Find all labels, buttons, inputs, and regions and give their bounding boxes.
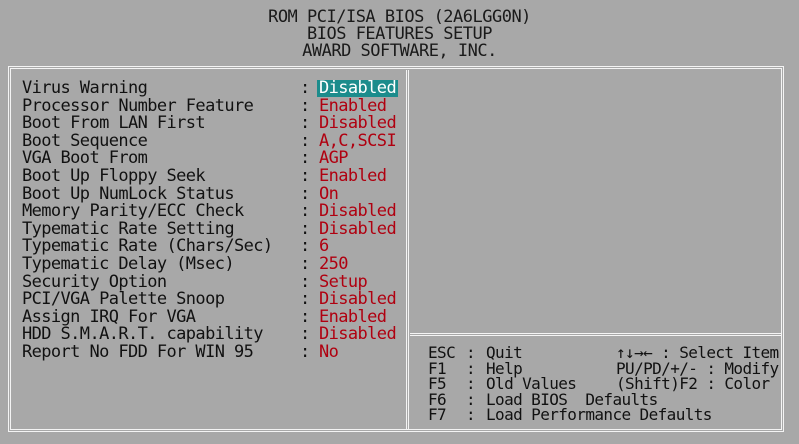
setting-label: VGA Boot From (22, 148, 148, 169)
separator-colon: : (300, 165, 311, 186)
setting-value[interactable]: Disabled (317, 291, 398, 308)
setting-label: Virus Warning (22, 78, 148, 98)
setting-value[interactable]: No (317, 343, 340, 361)
separator-colon: : (300, 95, 311, 116)
setting-value-selected[interactable]: Disabled (317, 80, 399, 97)
setting-value[interactable]: 250 (317, 255, 350, 273)
setting-value[interactable]: A,C,SCSI (317, 132, 398, 150)
setting-row-report-no-fdd[interactable]: Report No FDD For WIN 95 : No (22, 341, 407, 362)
separator-colon: : (300, 324, 311, 345)
setting-label: HDD S.M.A.R.T. capability (22, 324, 263, 345)
separator-colon: : (300, 78, 311, 98)
setting-label: Typematic Delay (Msec) (22, 253, 235, 274)
separator-colon: : (300, 218, 311, 239)
key-action: Load Performance Defaults (486, 405, 712, 425)
setting-label: Typematic Rate Setting (22, 218, 235, 239)
separator-colon: : (300, 183, 311, 204)
setting-row-boot-up-floppy-seek[interactable]: Boot Up Floppy Seek : Enabled (22, 165, 407, 186)
setting-value[interactable]: On (317, 185, 340, 203)
settings-list: Virus Warning : Disabled Processor Numbe… (22, 80, 407, 362)
key-name: F7 (428, 405, 447, 425)
bios-header: ROM PCI/ISA BIOS (2A6LGG0N) BIOS FEATURE… (6, 3, 793, 61)
setting-value[interactable]: AGP (317, 150, 350, 167)
setting-value[interactable]: 6 (317, 238, 331, 255)
setting-label: Typematic Rate (Chars/Sec) (22, 236, 273, 257)
separator-colon: : (300, 130, 311, 151)
vendor-name: AWARD SOFTWARE, INC. (302, 41, 497, 61)
horizontal-divider (410, 333, 782, 336)
setting-label: Boot Up Floppy Seek (22, 165, 206, 186)
separator-colon: : (300, 289, 311, 310)
setting-label: Assign IRQ For VGA (22, 306, 196, 327)
separator-colon: : (300, 306, 311, 327)
setting-value[interactable]: Enabled (317, 167, 388, 185)
setting-label: Boot Sequence (22, 130, 148, 151)
bios-screen: ROM PCI/ISA BIOS (2A6LGG0N) BIOS FEATURE… (0, 0, 799, 444)
setting-label: Security Option (22, 271, 167, 292)
key-legend-row-f7: F7 : Load Performance Defaults (428, 407, 788, 423)
setting-label: Processor Number Feature (22, 95, 254, 116)
separator-colon: : (300, 201, 311, 222)
setting-value[interactable]: Disabled (317, 326, 398, 343)
setting-row-typematic-delay[interactable]: Typematic Delay (Msec) : 250 (22, 253, 407, 274)
separator-colon: : (300, 113, 311, 134)
setting-value[interactable]: Setup (317, 273, 369, 291)
separator-colon: : (300, 271, 311, 292)
separator-colon: : (300, 253, 311, 274)
separator-colon: : (300, 341, 311, 362)
setting-label: Report No FDD For WIN 95 (22, 341, 254, 362)
setting-value[interactable]: Disabled (317, 220, 398, 238)
setting-row-virus-warning[interactable]: Virus Warning : Disabled (22, 80, 407, 98)
separator-colon: : (300, 148, 311, 169)
setting-value[interactable]: Enabled (317, 97, 388, 115)
setting-label: Boot Up NumLock Status (22, 183, 235, 204)
setting-label: Memory Parity/ECC Check (22, 201, 244, 222)
setting-value[interactable]: Enabled (317, 308, 388, 326)
setting-label: Boot From LAN First (22, 113, 206, 134)
setting-value[interactable]: Disabled (317, 203, 398, 220)
setting-value[interactable]: Disabled (317, 115, 398, 132)
key-legend: ESC : Quit ↑↓→← : Select Item F1 : Help … (428, 345, 788, 423)
separator-colon: : (300, 236, 311, 257)
setting-label: PCI/VGA Palette Snoop (22, 289, 225, 310)
separator-colon: : (466, 405, 476, 425)
